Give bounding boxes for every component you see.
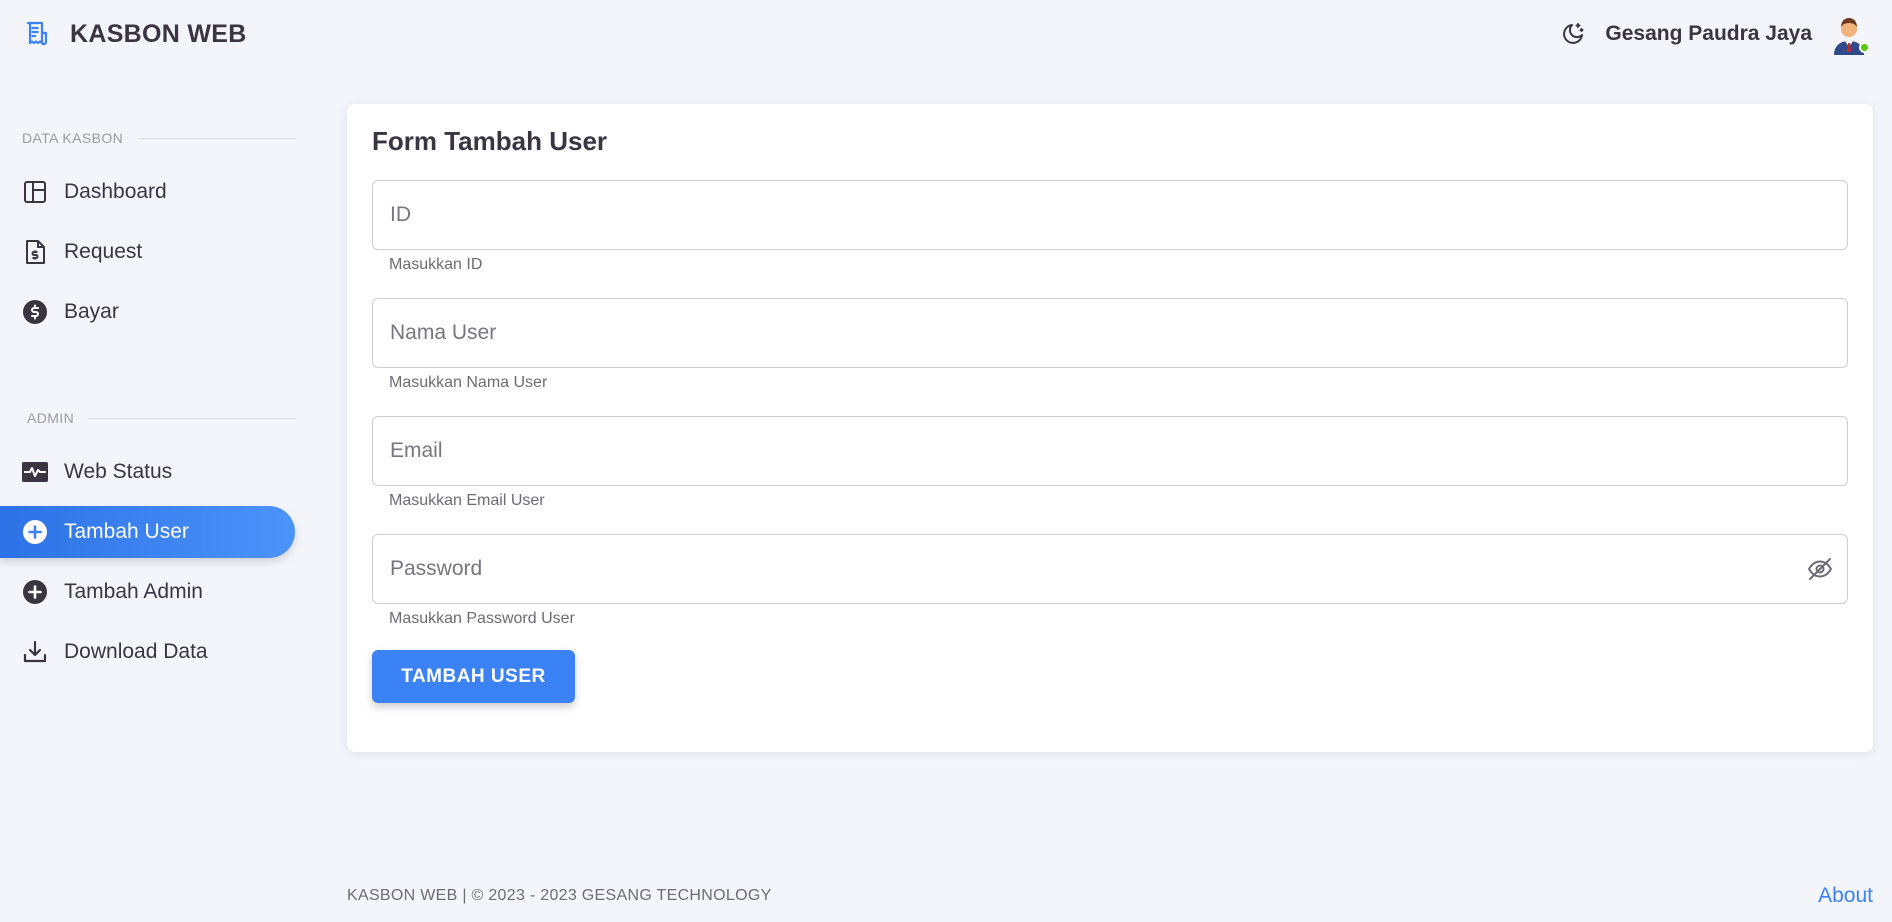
- invoice-icon: [22, 239, 48, 265]
- brand[interactable]: KASBON WEB: [24, 20, 247, 49]
- sidebar-item-tambah-admin[interactable]: Tambah Admin: [0, 566, 295, 618]
- sidebar-section-data-kasbon: DATA KASBON: [0, 110, 296, 166]
- plus-circle-icon: [22, 519, 48, 545]
- id-field[interactable]: [372, 180, 1848, 250]
- form-card: Form Tambah User Masukkan ID Masukkan Na…: [347, 104, 1873, 752]
- password-field[interactable]: [372, 534, 1848, 604]
- plus-circle-icon: [22, 579, 48, 605]
- nama-user-field[interactable]: [372, 298, 1848, 368]
- id-helper-text: Masukkan ID: [389, 256, 483, 273]
- top-bar: KASBON WEB Gesang Paudra Jaya: [0, 0, 1892, 68]
- id-field-group: Masukkan ID: [372, 180, 1848, 276]
- sidebar-item-tambah-user[interactable]: Tambah User: [0, 506, 295, 558]
- app-title: KASBON WEB: [70, 19, 247, 48]
- avatar[interactable]: [1828, 13, 1870, 55]
- pulse-icon: [22, 459, 48, 485]
- receipt-icon: [24, 21, 50, 47]
- sidebar-item-label: Download Data: [64, 640, 208, 663]
- moon-star-icon[interactable]: [1557, 18, 1589, 50]
- email-helper-text: Masukkan Email User: [389, 492, 545, 509]
- section-label: DATA KASBON: [22, 130, 124, 146]
- sidebar-item-label: Dashboard: [64, 180, 167, 203]
- nama-user-helper-text: Masukkan Nama User: [389, 374, 548, 391]
- sidebar-section-admin: ADMIN: [0, 390, 296, 446]
- footer: KASBON WEB | © 2023 - 2023 GESANG TECHNO…: [347, 884, 1873, 908]
- form-title: Form Tambah User: [372, 126, 608, 156]
- sidebar-item-bayar[interactable]: Bayar: [0, 286, 295, 338]
- sidebar-item-download-data[interactable]: Download Data: [0, 626, 295, 678]
- about-link[interactable]: About: [1818, 884, 1873, 908]
- sidebar-item-web-status[interactable]: Web Status: [0, 446, 295, 498]
- tambah-user-button[interactable]: TAMBAH USER: [372, 650, 575, 703]
- sidebar-item-label: Web Status: [64, 460, 173, 483]
- sidebar-item-label: Tambah User: [64, 520, 189, 543]
- nama-user-field-group: Masukkan Nama User: [372, 298, 1848, 394]
- copyright-text: KASBON WEB | © 2023 - 2023 GESANG TECHNO…: [347, 887, 772, 904]
- email-field[interactable]: [372, 416, 1848, 486]
- online-status-dot: [1859, 42, 1870, 53]
- password-helper-text: Masukkan Password User: [389, 610, 575, 627]
- section-label: ADMIN: [27, 410, 75, 426]
- sidebar-item-dashboard[interactable]: Dashboard: [0, 166, 295, 218]
- layout-icon: [22, 179, 48, 205]
- email-field-group: Masukkan Email User: [372, 416, 1848, 512]
- dollar-icon: [22, 299, 48, 325]
- sidebar-item-label: Request: [64, 240, 143, 263]
- sidebar-item-request[interactable]: Request: [0, 226, 295, 278]
- sidebar-item-label: Tambah Admin: [64, 580, 203, 603]
- eye-off-icon[interactable]: [1804, 553, 1836, 585]
- download-icon: [22, 639, 48, 665]
- user-area: Gesang Paudra Jaya: [1557, 13, 1870, 55]
- section-divider: [137, 137, 296, 139]
- user-name: Gesang Paudra Jaya: [1605, 22, 1812, 45]
- password-field-group: Masukkan Password User: [372, 534, 1848, 630]
- section-divider: [88, 417, 296, 419]
- sidebar-item-label: Bayar: [64, 300, 119, 323]
- sidebar: DATA KASBON Dashboard Request Bayar ADMI…: [0, 110, 296, 686]
